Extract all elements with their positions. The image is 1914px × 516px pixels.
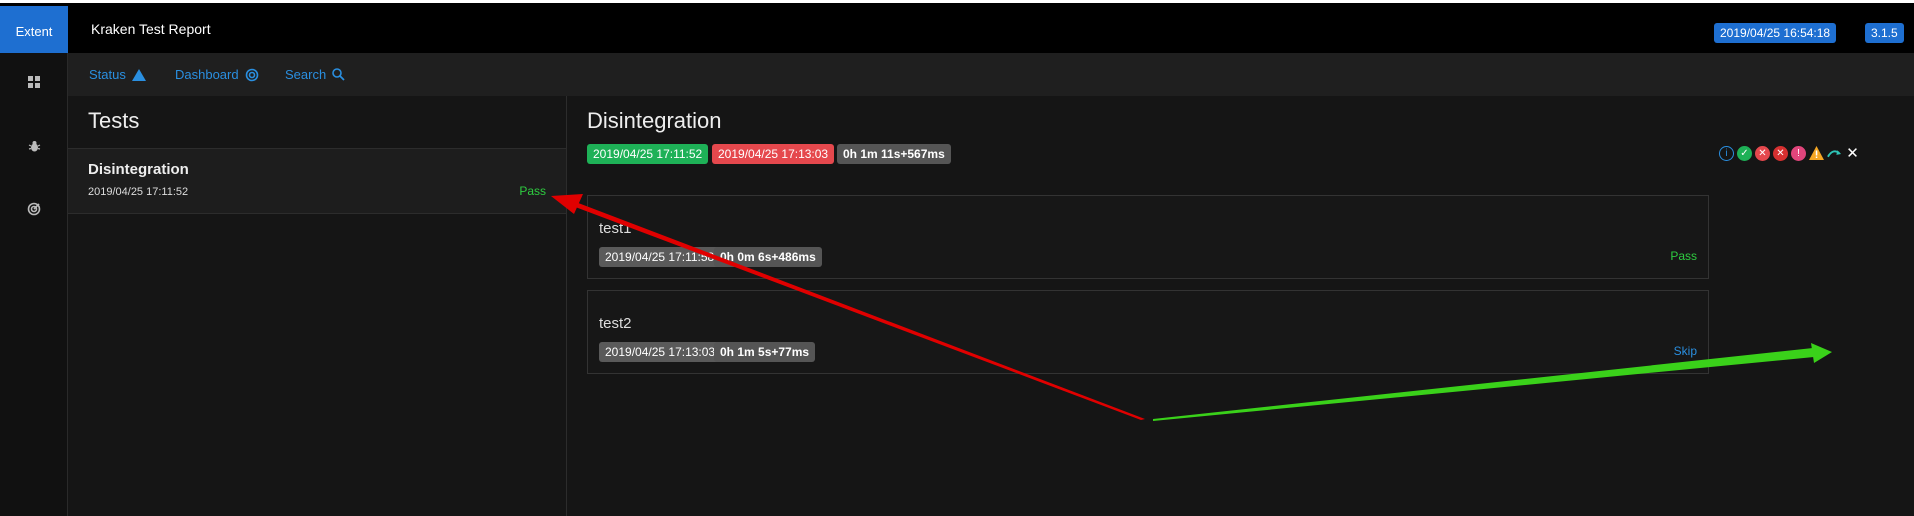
start-time-badge: 2019/04/25 17:11:52 xyxy=(587,144,709,164)
error-icon[interactable]: ! xyxy=(1791,145,1806,161)
fatal-icon[interactable]: ✕ xyxy=(1773,145,1788,161)
report-app: Extent Kraken Test Report 2019/04/25 16:… xyxy=(0,0,1914,516)
test-node[interactable]: test2 2019/04/25 17:13:03 0h 1m 5s+77ms … xyxy=(587,290,1709,374)
test-status: Pass xyxy=(519,184,546,198)
detail-title: Disintegration xyxy=(587,108,722,133)
tests-title: Tests xyxy=(88,108,140,133)
test-name: Disintegration xyxy=(88,161,189,178)
node-duration-badge: 0h 0m 6s+486ms xyxy=(714,247,822,267)
node-name: test2 xyxy=(599,315,632,332)
nav-dashboard-label: Dashboard xyxy=(175,67,239,82)
node-time-badge: 2019/04/25 17:13:03 xyxy=(599,342,722,362)
version-badge: 3.1.5 xyxy=(1865,23,1904,43)
nav-search[interactable]: Search xyxy=(285,67,345,82)
test-node[interactable]: test1 2019/04/25 17:11:58 0h 0m 6s+486ms… xyxy=(587,195,1709,279)
bug-icon[interactable] xyxy=(0,131,68,161)
node-status: Skip xyxy=(1673,344,1697,358)
nav-search-label: Search xyxy=(285,67,327,82)
close-icon[interactable]: ✕ xyxy=(1845,145,1860,162)
sidebar xyxy=(0,53,68,516)
report-date-badge: 2019/04/25 16:54:18 xyxy=(1714,23,1837,43)
radar-icon xyxy=(245,68,258,81)
warning-icon[interactable] xyxy=(1809,146,1824,161)
node-name: test1 xyxy=(599,220,632,237)
tests-pane: Tests Disintegration 2019/04/25 17:11:52… xyxy=(68,96,567,516)
warning-triangle-icon xyxy=(131,68,146,81)
test-list-item[interactable]: Disintegration 2019/04/25 17:11:52 Pass xyxy=(68,148,566,214)
info-icon[interactable]: i xyxy=(1719,145,1734,161)
node-status: Pass xyxy=(1670,249,1697,263)
pass-icon[interactable]: ✓ xyxy=(1737,145,1752,161)
test-detail-pane: Disintegration 2019/04/25 17:11:52 2019/… xyxy=(567,96,1914,516)
sub-navigation: Status Dashboard Search xyxy=(68,53,1914,96)
status-filter-icons: i ✓ ✕ ✕ ! ✕ xyxy=(1719,144,1860,162)
dashboard-icon[interactable] xyxy=(0,67,68,97)
nav-status-label: Status xyxy=(89,67,126,82)
skip-icon[interactable] xyxy=(1827,146,1842,161)
nav-dashboard[interactable]: Dashboard xyxy=(175,67,259,82)
nav-status[interactable]: Status xyxy=(89,67,146,82)
fail-icon[interactable]: ✕ xyxy=(1755,145,1770,161)
duration-badge: 0h 1m 11s+567ms xyxy=(837,144,951,164)
test-start-time: 2019/04/25 17:11:52 xyxy=(88,186,189,198)
node-duration-badge: 0h 1m 5s+77ms xyxy=(714,342,816,362)
report-title: Kraken Test Report xyxy=(91,21,211,37)
radar-icon[interactable] xyxy=(0,194,68,224)
brand-logo[interactable]: Extent xyxy=(0,6,68,56)
search-icon xyxy=(332,68,345,81)
node-time-badge: 2019/04/25 17:11:58 xyxy=(599,247,721,267)
top-bar: Extent Kraken Test Report 2019/04/25 16:… xyxy=(0,0,1914,56)
end-time-badge: 2019/04/25 17:13:03 xyxy=(712,144,835,164)
